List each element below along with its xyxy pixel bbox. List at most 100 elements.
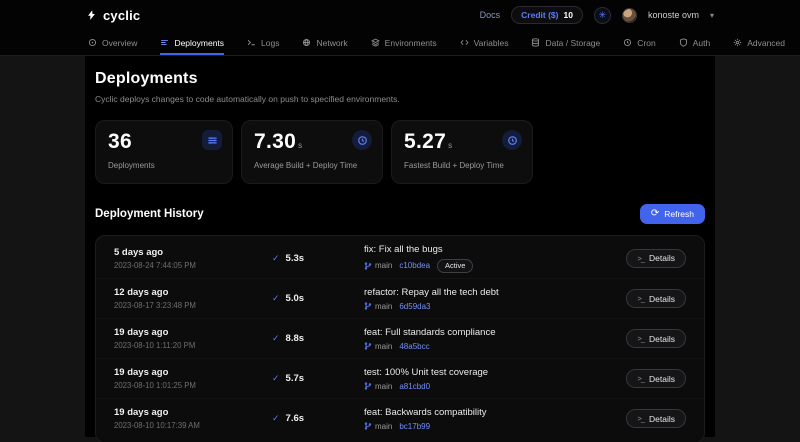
git-branch-icon — [364, 342, 372, 350]
tab-variables[interactable]: Variables — [460, 30, 509, 55]
top-bar: cyclic Docs Credit ($) 10 ✳ konoste ovm … — [0, 0, 800, 30]
commit-hash-link[interactable]: c10bdea — [399, 261, 430, 270]
stat-value: 36 — [108, 130, 132, 153]
deploy-duration: 5.3s — [286, 253, 305, 264]
stat-card-average-time: 7.30s Average Build + Deploy Time — [241, 120, 383, 184]
details-button[interactable]: >_ Details — [626, 409, 686, 428]
check-icon: ✓ — [272, 293, 280, 304]
target-icon — [88, 38, 97, 47]
git-branch-icon — [364, 422, 372, 430]
deploy-duration: 5.0s — [286, 293, 305, 304]
deployment-history-list: 5 days ago 2023-08-24 7:44:05 PM ✓ 5.3s … — [95, 235, 705, 442]
details-button[interactable]: >_ Details — [626, 289, 686, 308]
terminal-icon: >_ — [637, 294, 644, 303]
bolt-icon — [86, 8, 97, 22]
stat-label: Fastest Build + Deploy Time — [404, 161, 520, 170]
globe-icon — [302, 38, 311, 47]
git-branch-icon — [364, 262, 372, 270]
commit-hash-link[interactable]: a81cbd0 — [399, 382, 430, 391]
chevron-down-icon[interactable]: ▾ — [710, 11, 714, 20]
app-window: cyclic Docs Credit ($) 10 ✳ konoste ovm … — [0, 0, 800, 442]
check-icon: ✓ — [272, 333, 280, 344]
credit-value: 10 — [563, 10, 572, 20]
deploy-age: 19 days ago — [114, 367, 272, 378]
tab-deployments[interactable]: Deployments — [160, 30, 224, 55]
history-title: Deployment History — [95, 208, 204, 220]
layers-icon — [371, 38, 380, 47]
stat-unit: s — [298, 141, 302, 150]
commit-message: feat: Full standards compliance — [364, 327, 626, 338]
details-button[interactable]: >_ Details — [626, 369, 686, 388]
branch: main — [364, 422, 392, 431]
check-icon: ✓ — [272, 253, 280, 264]
terminal-icon: >_ — [637, 254, 644, 263]
branch: main — [364, 261, 392, 270]
stat-cards: 36 Deployments 7.30s Average Build + Dep… — [95, 120, 705, 184]
brand-logo[interactable]: cyclic — [86, 8, 140, 23]
deploy-duration: 8.8s — [286, 333, 305, 344]
branch: main — [364, 342, 392, 351]
timer-icon — [352, 130, 372, 150]
stat-label: Average Build + Deploy Time — [254, 161, 370, 170]
deployment-row: 19 days ago 2023-08-10 1:11:20 PM ✓ 8.8s… — [96, 318, 704, 358]
tab-data-storage[interactable]: Data / Storage — [531, 30, 600, 55]
commit-hash-link[interactable]: bc17b99 — [399, 422, 430, 431]
git-branch-icon — [364, 302, 372, 310]
terminal-icon: >_ — [637, 414, 644, 423]
details-button[interactable]: >_ Details — [626, 249, 686, 268]
brand-name: cyclic — [103, 8, 140, 23]
sliders-icon — [202, 130, 222, 150]
details-button[interactable]: >_ Details — [626, 329, 686, 348]
clock-icon — [623, 38, 632, 47]
deploy-timestamp: 2023-08-10 1:11:20 PM — [114, 341, 272, 350]
refresh-button[interactable]: ⟳ Refresh — [640, 204, 705, 224]
sparkle-icon-button[interactable]: ✳ — [594, 7, 611, 24]
tab-network[interactable]: Network — [302, 30, 347, 55]
docs-link[interactable]: Docs — [480, 10, 501, 20]
commit-message: refactor: Repay all the tech debt — [364, 287, 626, 298]
deploy-age: 12 days ago — [114, 287, 272, 298]
branch: main — [364, 302, 392, 311]
credit-label: Credit ($) — [521, 10, 558, 20]
status-badge: Active — [437, 259, 473, 273]
deploy-timestamp: 2023-08-17 3:23:48 PM — [114, 301, 272, 310]
deploy-duration: 5.7s — [286, 373, 305, 384]
database-icon — [531, 38, 540, 47]
tab-advanced[interactable]: Advanced — [733, 30, 785, 55]
bars-icon — [160, 38, 169, 47]
tab-environments[interactable]: Environments — [371, 30, 437, 55]
history-header: Deployment History ⟳ Refresh — [95, 204, 705, 224]
shield-icon — [679, 38, 688, 47]
deploy-timestamp: 2023-08-10 10:17:39 AM — [114, 421, 272, 430]
deployment-row: 5 days ago 2023-08-24 7:44:05 PM ✓ 5.3s … — [96, 238, 704, 278]
username: konoste ovm — [648, 10, 699, 20]
stat-unit: s — [448, 141, 452, 150]
avatar[interactable] — [622, 8, 637, 23]
commit-hash-link[interactable]: 6d59da3 — [399, 302, 430, 311]
refresh-icon: ⟳ — [651, 209, 659, 219]
page-title: Deployments — [95, 70, 705, 88]
deploy-age: 5 days ago — [114, 247, 272, 258]
tab-cron[interactable]: Cron — [623, 30, 655, 55]
tab-auth[interactable]: Auth — [679, 30, 711, 55]
deployment-row: 19 days ago 2023-08-10 1:01:25 PM ✓ 5.7s… — [96, 358, 704, 398]
deploy-duration: 7.6s — [286, 413, 305, 424]
stat-card-fastest-time: 5.27s Fastest Build + Deploy Time — [391, 120, 533, 184]
commit-message: fix: Fix all the bugs — [364, 244, 626, 255]
deploy-timestamp: 2023-08-24 7:44:05 PM — [114, 261, 272, 270]
main-content: Deployments Cyclic deploys changes to co… — [85, 56, 715, 437]
deployment-row: 19 days ago 2023-08-10 10:17:39 AM ✓ 7.6… — [96, 398, 704, 438]
tab-logs[interactable]: Logs — [247, 30, 279, 55]
stat-label: Deployments — [108, 161, 220, 170]
credit-badge[interactable]: Credit ($) 10 — [511, 6, 583, 24]
stat-value: 7.30 — [254, 130, 296, 153]
check-icon: ✓ — [272, 373, 280, 384]
commit-hash-link[interactable]: 48a5bcc — [399, 342, 429, 351]
deploy-age: 19 days ago — [114, 327, 272, 338]
nav-tabs: Overview Deployments Logs Network Enviro… — [0, 30, 800, 56]
terminal-icon — [247, 38, 256, 47]
gear-icon — [733, 38, 742, 47]
terminal-icon: >_ — [637, 334, 644, 343]
code-icon — [460, 38, 469, 47]
tab-overview[interactable]: Overview — [88, 30, 137, 55]
